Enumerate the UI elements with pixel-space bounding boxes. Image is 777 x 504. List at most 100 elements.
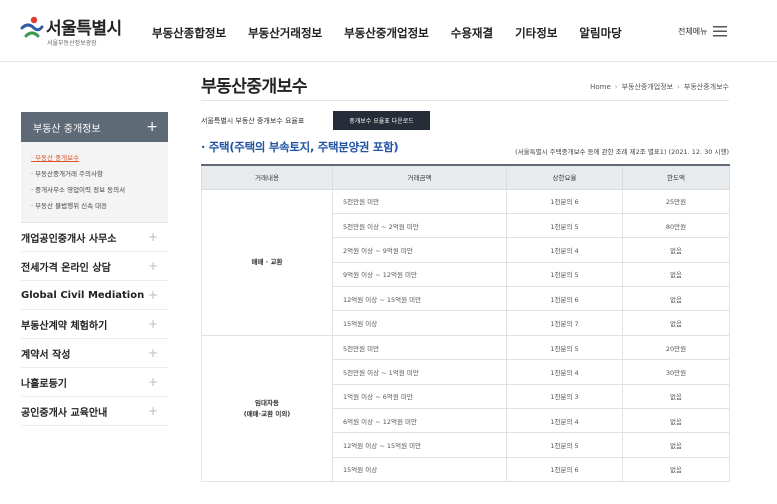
limit-cell: 없음 xyxy=(622,456,730,483)
rate-cell: 1천분의 7 xyxy=(506,310,623,336)
sidebar-item-label: 공인중개사 교육안내 xyxy=(21,407,108,419)
limit-cell: 없음 xyxy=(622,408,730,434)
amount-cell: 9억원 이상 ~ 12억원 미만 xyxy=(332,261,507,288)
rate-cell: 1천분의 4 xyxy=(506,237,623,263)
sidebar-submenu: · 부동산 중개보수 · 부동산중개거래 주의사항 · 중개사무소 영업이력 정… xyxy=(21,142,168,223)
brokerage-fee-table: 거래내용 거래금액 상한요율 한도액 매매 · 교환 5천만원 미만 1천분의 … xyxy=(201,164,730,483)
rate-cell: 1천분의 4 xyxy=(506,359,623,385)
section-title: · 주택(주택의 부속토지, 주택분양권 포함) xyxy=(201,140,399,154)
plus-icon: + xyxy=(147,317,158,331)
limit-cell: 없음 xyxy=(622,432,730,458)
sidebar-item-broker-education[interactable]: 공인중개사 교육안내 + xyxy=(21,397,168,426)
rate-cell: 1천분의 5 xyxy=(506,261,623,288)
rate-cell: 1천분의 4 xyxy=(506,408,623,434)
amount-cell: 2억원 이상 ~ 9억원 미만 xyxy=(332,237,507,263)
gnb-expropriation[interactable]: 수용재결 xyxy=(451,25,493,41)
breadcrumb: Home › 부동산중개업정보 › 부동산중개보수 xyxy=(590,82,729,92)
sidebar-item-contract-experience[interactable]: 부동산계약 체험하기 + xyxy=(21,310,168,339)
sidebar-subitem-illegal-response[interactable]: · 부동산 불법행위 신속 대응 xyxy=(31,198,168,214)
page-title: 부동산중개보수 xyxy=(201,77,307,97)
sidebar-subitem-history-consent[interactable]: · 중개사무소 영업이력 정보 동의서 xyxy=(31,182,168,198)
column-header: 거래금액 xyxy=(332,164,507,190)
download-fee-table-button[interactable]: 중개보수 요율표 다운로드 xyxy=(333,111,430,130)
sidebar-item-label: 개업공인중개사 사무소 xyxy=(21,233,117,245)
logo-title: 서울특별시 xyxy=(46,19,122,39)
logo-subtitle: 서울부동산정보광장 xyxy=(47,40,97,47)
amount-cell: 1억원 이상 ~ 6억원 미만 xyxy=(332,383,507,410)
sidebar-item-label: 부동산계약 체험하기 xyxy=(21,320,108,332)
title-divider xyxy=(201,100,729,101)
rate-cell: 1천분의 6 xyxy=(506,286,623,312)
hamburger-icon xyxy=(713,26,728,37)
amount-cell: 12억원 이상 ~ 15억원 미만 xyxy=(332,286,507,312)
table-row: 임대차등 (매매·교환 이외) 5천만원 미만 1천분의 5 20만원 xyxy=(201,334,730,483)
breadcrumb-separator-icon: › xyxy=(677,83,680,91)
limit-cell: 80만원 xyxy=(622,212,730,239)
column-header: 거래내용 xyxy=(201,164,333,190)
amount-cell: 5천만원 이상 ~ 2억원 미만 xyxy=(332,212,507,239)
sidebar-item-self-registration[interactable]: 나홀로등기 + xyxy=(21,368,168,397)
table-header-row: 거래내용 거래금액 상한요율 한도액 xyxy=(201,164,730,190)
group-cell-lease: 임대차등 (매매·교환 이외) xyxy=(201,334,333,483)
sidebar-item-label: 계약서 작성 xyxy=(21,349,71,361)
sidebar-item-label: 나홀로등기 xyxy=(21,378,67,390)
column-header: 상한요율 xyxy=(506,164,623,190)
group-label: 임대차등 xyxy=(255,398,279,407)
amount-cell: 6억원 이상 ~ 12억원 미만 xyxy=(332,408,507,434)
site-logo[interactable]: 서울특별시 서울부동산정보광장 xyxy=(20,14,140,50)
all-menu-button[interactable]: 전체메뉴 xyxy=(678,26,728,37)
amount-cell: 5천만원 이상 ~ 1억원 미만 xyxy=(332,359,507,385)
gnb-real-estate-info[interactable]: 부동산종합정보 xyxy=(152,25,226,41)
plus-icon: + xyxy=(147,230,158,244)
plus-icon: + xyxy=(147,288,158,302)
rate-cell: 1천분의 5 xyxy=(506,432,623,458)
plus-icon: + xyxy=(147,346,158,360)
rate-cell: 1천분의 6 xyxy=(506,456,623,483)
gnb-other-info[interactable]: 기타정보 xyxy=(515,25,557,41)
column-header: 한도액 xyxy=(622,164,730,190)
gnb-transaction-info[interactable]: 부동산거래정보 xyxy=(248,25,322,41)
limit-cell: 없음 xyxy=(622,383,730,410)
group-cell-sale: 매매 · 교환 xyxy=(201,188,333,336)
sidebar: 부동산 중개정보 + · 부동산 중개보수 · 부동산중개거래 주의사항 · 중… xyxy=(21,112,168,426)
limit-cell: 없음 xyxy=(622,286,730,312)
rate-cell: 1천분의 5 xyxy=(506,212,623,239)
global-nav: 부동산종합정보 부동산거래정보 부동산중개업정보 수용재결 기타정보 알림마당 xyxy=(152,25,644,41)
site-header: 서울특별시 서울부동산정보광장 부동산종합정보 부동산거래정보 부동산중개업정보… xyxy=(0,0,777,62)
plus-icon: + xyxy=(147,404,158,418)
sidebar-item-label: 전세가격 온라인 상담 xyxy=(21,262,111,274)
sidebar-item-label: Global Civil Mediation xyxy=(21,289,145,301)
breadcrumb-current: 부동산중개보수 xyxy=(683,83,729,91)
gnb-brokerage-info[interactable]: 부동산중개업정보 xyxy=(344,25,429,41)
amount-cell: 12억원 이상 ~ 15억원 미만 xyxy=(332,432,507,458)
breadcrumb-separator-icon: › xyxy=(614,83,618,91)
sidebar-item-global-mediation[interactable]: Global Civil Mediation + xyxy=(21,281,168,310)
breadcrumb-brokerage-info[interactable]: 부동산중개업정보 xyxy=(622,83,674,91)
sidebar-item-broker-office[interactable]: 개업공인중개사 사무소 + xyxy=(21,223,168,252)
limit-cell: 30만원 xyxy=(622,359,730,385)
amount-cell: 5천만원 미만 xyxy=(332,334,507,361)
limit-cell: 없음 xyxy=(622,237,730,263)
breadcrumb-home[interactable]: Home xyxy=(590,83,611,91)
rate-cell: 1천분의 5 xyxy=(506,334,623,361)
sidebar-item-contract-writing[interactable]: 계약서 작성 + xyxy=(21,339,168,368)
limit-cell: 25만원 xyxy=(622,188,730,214)
group-label-note: (매매·교환 이외) xyxy=(243,409,291,418)
intro-text: 서울특별시 부동산 중개보수 요율표 xyxy=(201,117,305,125)
amount-cell: 15억원 이상 xyxy=(332,310,507,336)
sidebar-head[interactable]: 부동산 중개정보 + xyxy=(21,112,168,142)
sidebar-subitem-brokerage-fee[interactable]: · 부동산 중개보수 xyxy=(31,150,168,166)
rate-cell: 1천분의 6 xyxy=(506,188,623,214)
table-row: 매매 · 교환 5천만원 미만 1천분의 6 25만원 xyxy=(201,188,730,336)
amount-cell: 15억원 이상 xyxy=(332,456,507,483)
sidebar-subitem-caution[interactable]: · 부동산중개거래 주의사항 xyxy=(31,166,168,182)
gnb-notice[interactable]: 알림마당 xyxy=(579,25,621,41)
limit-cell: 없음 xyxy=(622,261,730,288)
amount-cell: 5천만원 미만 xyxy=(332,188,507,214)
limit-cell: 없음 xyxy=(622,310,730,336)
limit-cell: 20만원 xyxy=(622,334,730,361)
section-note: (서울특별시 주택중개보수 등에 관한 조례 제2조 별표1) (2021. 1… xyxy=(515,148,729,156)
sidebar-item-jeonse-consult[interactable]: 전세가격 온라인 상담 + xyxy=(21,252,168,281)
plus-icon: + xyxy=(147,259,158,273)
sidebar-head-label: 부동산 중개정보 xyxy=(33,123,101,135)
